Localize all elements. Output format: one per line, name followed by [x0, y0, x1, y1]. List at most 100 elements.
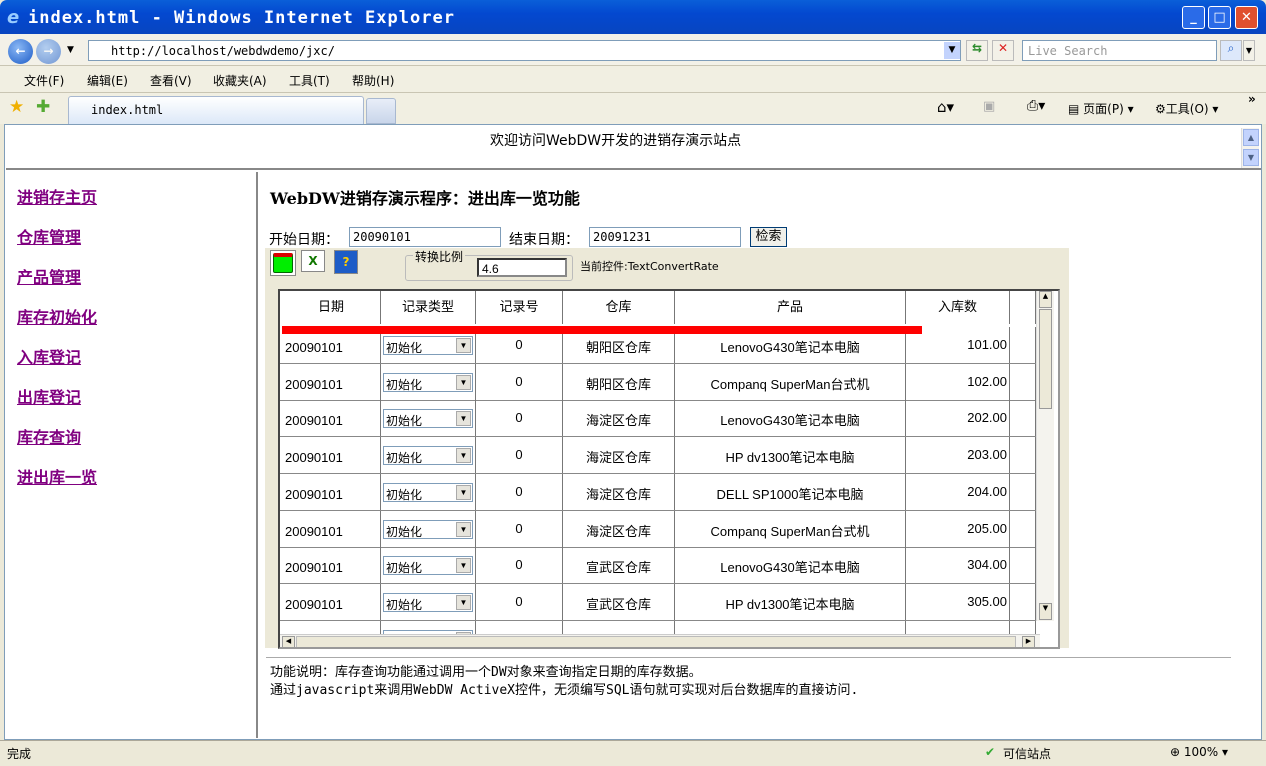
database-button[interactable] — [270, 250, 296, 276]
search-options-icon[interactable]: ▼ — [1243, 40, 1255, 61]
record-type-select[interactable]: 初始化 ▼ — [383, 446, 473, 466]
nav-home[interactable]: 进销存主页 — [17, 184, 97, 208]
record-type-cell[interactable]: 初始化 ▼ — [381, 510, 476, 547]
grid-scroll-right-icon[interactable]: ▶ — [1022, 636, 1035, 647]
grid-scroll-up-icon[interactable]: ▲ — [1039, 291, 1052, 308]
convert-rate-input[interactable]: 4.6 — [477, 258, 567, 277]
record-type-cell[interactable]: 初始化 ▼ — [381, 583, 476, 620]
feeds-icon[interactable]: ▣ — [983, 99, 995, 114]
menu-file[interactable]: 文件(F) — [24, 72, 64, 89]
table-cell-empty[interactable] — [1010, 583, 1036, 620]
record-type-cell[interactable]: 初始化 ▼ — [381, 473, 476, 510]
add-favorite-icon[interactable]: ✚ — [36, 97, 50, 117]
security-zone[interactable]: 可信站点 — [1003, 745, 1051, 762]
start-date-input[interactable]: 20090101 — [349, 227, 501, 247]
new-tab-button[interactable] — [366, 98, 396, 124]
table-cell[interactable]: 205.00 — [906, 510, 1010, 547]
address-dropdown-icon[interactable]: ▼ — [944, 42, 960, 59]
print-icon[interactable]: ⎙▾ — [1027, 98, 1045, 114]
forward-button[interactable]: → — [36, 39, 61, 64]
column-header[interactable] — [1010, 291, 1036, 324]
grid-vertical-scrollbar[interactable]: ▲ ▼ — [1036, 291, 1054, 621]
chevron-down-icon[interactable]: ▼ — [456, 411, 471, 427]
table-cell[interactable]: 20090101 — [282, 437, 381, 474]
grid-hscroll-thumb[interactable] — [296, 636, 1016, 647]
table-cell[interactable]: 20090101 — [282, 547, 381, 584]
table-row[interactable]: 20090101 初始化 ▼ 0 海淀区仓库 LenovoG430笔记本电脑 202.00 — [280, 400, 1040, 438]
table-cell[interactable]: 0 — [476, 473, 563, 510]
table-cell[interactable]: 海淀区仓库 — [563, 437, 675, 474]
table-cell[interactable]: HP dv1300笔记本电脑 — [675, 583, 906, 620]
menu-edit[interactable]: 编辑(E) — [87, 72, 128, 89]
table-cell[interactable]: 202.00 — [906, 400, 1010, 437]
table-cell-empty[interactable] — [1010, 327, 1036, 363]
chevron-down-icon[interactable]: ▼ — [456, 448, 471, 464]
chevron-down-icon[interactable]: ▼ — [456, 484, 471, 500]
table-cell[interactable]: 宣武区仓库 — [563, 547, 675, 584]
column-header[interactable]: 入库数 — [906, 291, 1010, 324]
record-type-select[interactable]: 初始化 ▼ — [383, 372, 473, 392]
refresh-icon[interactable]: ⇆ — [966, 40, 988, 61]
nav-stock-in[interactable]: 入库登记 — [17, 344, 81, 368]
table-cell[interactable]: 20090101 — [282, 400, 381, 437]
close-button[interactable]: ✕ — [1235, 6, 1258, 29]
table-cell[interactable]: 宣武区仓库 — [563, 583, 675, 620]
table-cell[interactable]: 0 — [476, 363, 563, 400]
record-type-select[interactable]: 初始化 ▼ — [383, 409, 473, 429]
menu-favorites[interactable]: 收藏夹(A) — [213, 72, 267, 89]
column-header[interactable]: 日期 — [282, 291, 381, 324]
table-cell[interactable]: 102.00 — [906, 363, 1010, 400]
scroll-down-icon[interactable]: ▼ — [1243, 149, 1259, 166]
column-header[interactable]: 仓库 — [563, 291, 675, 324]
chevron-down-icon[interactable]: ▼ — [456, 594, 471, 610]
chevron-down-icon[interactable]: ▼ — [456, 521, 471, 537]
table-cell-empty[interactable] — [1010, 473, 1036, 510]
nav-warehouse[interactable]: 仓库管理 — [17, 224, 81, 248]
table-row[interactable]: 20090101 初始化 ▼ 0 海淀区仓库 HP dv1300笔记本电脑 203.00 — [280, 437, 1040, 475]
minimize-button[interactable]: _ — [1182, 6, 1205, 29]
table-cell[interactable]: 海淀区仓库 — [563, 473, 675, 510]
table-cell[interactable]: 203.00 — [906, 437, 1010, 474]
table-cell[interactable]: 0 — [476, 510, 563, 547]
record-type-select[interactable]: 初始化 ▼ — [383, 336, 473, 355]
table-cell[interactable]: 海淀区仓库 — [563, 510, 675, 547]
column-header[interactable]: 记录号 — [476, 291, 563, 324]
zoom-control[interactable]: ⊕ 100% ▾ — [1170, 745, 1228, 759]
scroll-up-icon[interactable]: ▲ — [1243, 129, 1259, 146]
table-row[interactable]: 20090101 初始化 ▼ 0 宣武区仓库 LenovoG430笔记本电脑 304.00 — [280, 547, 1040, 585]
record-type-cell[interactable]: 初始化 ▼ — [381, 400, 476, 437]
column-header[interactable]: 记录类型 — [381, 291, 476, 324]
table-cell-empty[interactable] — [1010, 510, 1036, 547]
table-cell[interactable]: 20090101 — [282, 583, 381, 620]
search-icon[interactable]: ⌕ — [1220, 40, 1242, 61]
table-row[interactable]: 20090101 初始化 ▼ 0 海淀区仓库 Companq SuperMan台式机 205… — [280, 510, 1040, 548]
table-row[interactable]: 20090101 初始化 ▼ 0 宣武区仓库 HP dv1300笔记本电脑 305.00 — [280, 583, 1040, 621]
table-cell[interactable]: 0 — [476, 547, 563, 584]
stop-icon[interactable]: ✕ — [992, 40, 1014, 61]
maximize-button[interactable]: □ — [1208, 6, 1231, 29]
table-cell[interactable]: HP dv1300笔记本电脑 — [675, 437, 906, 474]
menu-view[interactable]: 查看(V) — [150, 72, 192, 89]
excel-export-icon[interactable]: X — [301, 250, 325, 272]
table-cell-empty[interactable] — [1010, 547, 1036, 584]
table-cell[interactable]: Companq SuperMan台式机 — [675, 510, 906, 547]
nav-product[interactable]: 产品管理 — [17, 264, 81, 288]
record-type-select[interactable]: 初始化 ▼ — [383, 482, 473, 502]
search-input[interactable]: Live Search — [1022, 40, 1217, 61]
back-button[interactable]: ← — [8, 39, 33, 64]
table-cell[interactable]: 海淀区仓库 — [563, 400, 675, 437]
table-cell[interactable]: 305.00 — [906, 583, 1010, 620]
address-input[interactable]: http://localhost/webdwdemo/jxc/ — [88, 40, 961, 61]
table-cell[interactable]: 20090101 — [282, 473, 381, 510]
chevron-down-icon[interactable]: ▼ — [456, 374, 471, 390]
history-dropdown-icon[interactable]: ▼ — [67, 45, 74, 55]
table-cell-empty[interactable] — [1010, 437, 1036, 474]
table-cell[interactable]: 204.00 — [906, 473, 1010, 510]
table-row[interactable]: 20090101 初始化 ▼ 0 海淀区仓库 DELL SP1000笔记本电脑 204.00 — [280, 473, 1040, 511]
table-cell[interactable]: 0 — [476, 437, 563, 474]
header-scrollbar[interactable]: ▲ ▼ — [1241, 128, 1259, 168]
home-icon[interactable]: ⌂▾ — [937, 98, 954, 116]
record-type-select[interactable]: 初始化 ▼ — [383, 592, 473, 612]
search-button[interactable]: 检索 — [750, 227, 787, 247]
record-type-select[interactable]: 初始化 ▼ — [383, 519, 473, 539]
